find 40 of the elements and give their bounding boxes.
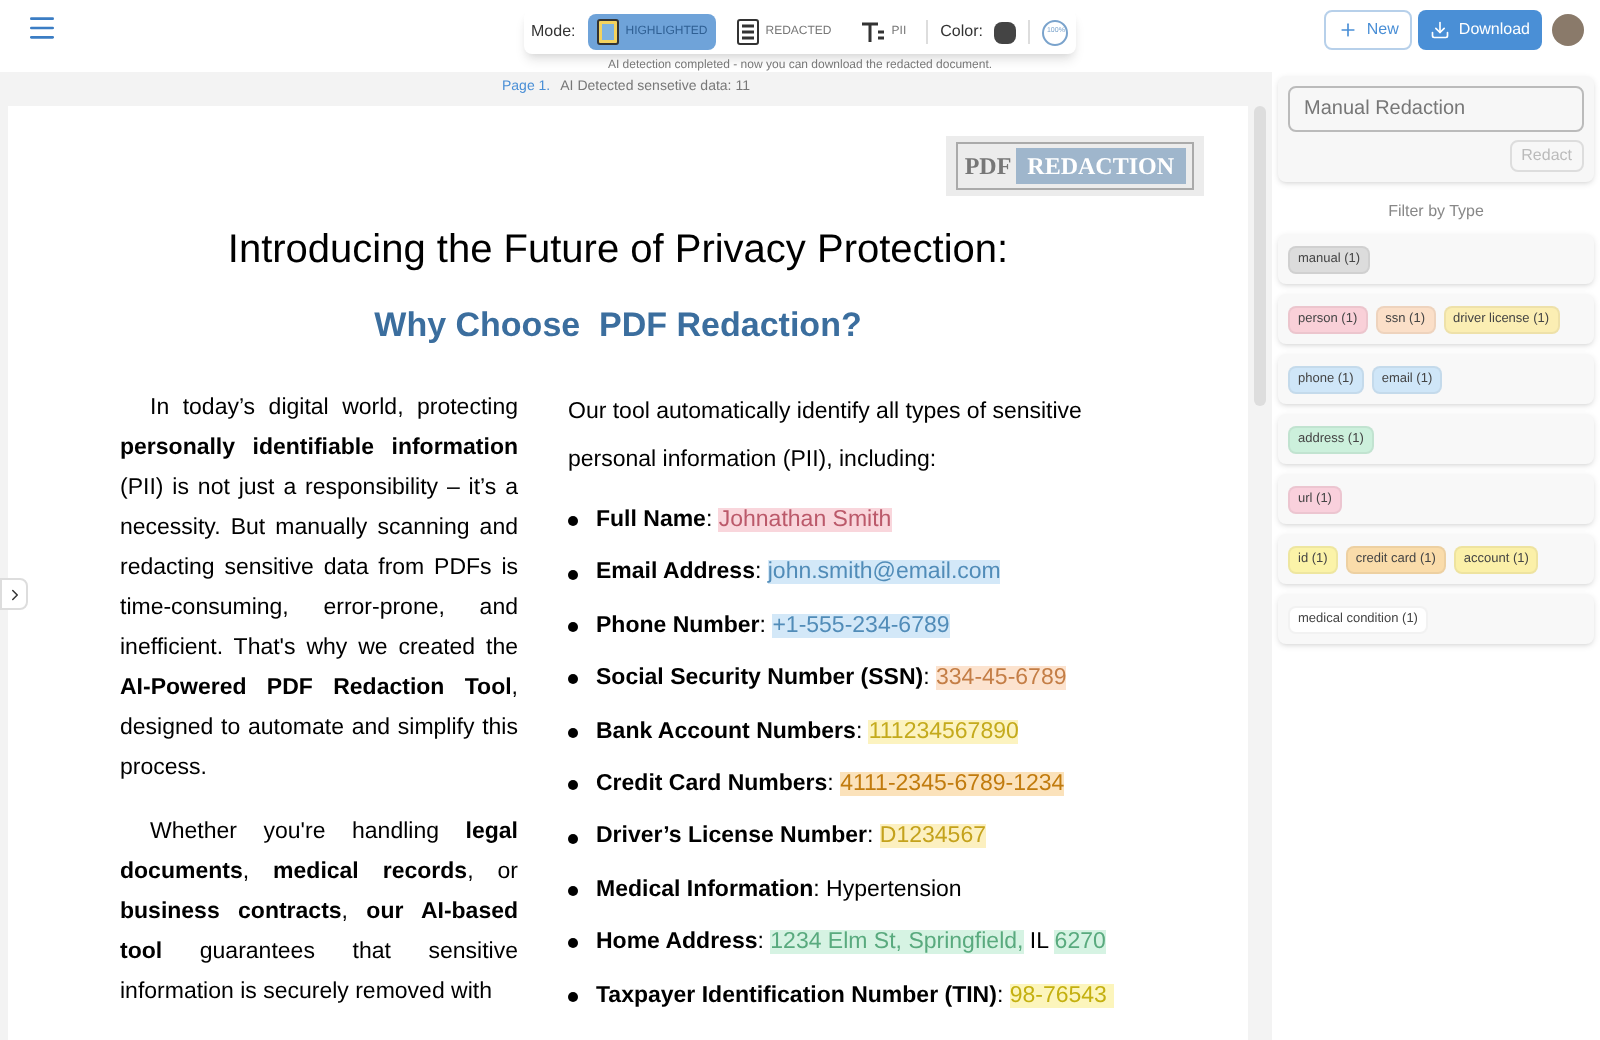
bullet-icon [568,938,578,949]
new-button[interactable]: New [1324,10,1413,50]
body-paragraph: Whether you're handling legal documents, medical records, or business contracts, our AI-based tool guarantees that sensitive information is securely removed with [120,817,518,1007]
intro-paragraph: Our tool automatically identify all types of sensitive personal information (PII), including: [568,397,1084,475]
logo: PDF REDACTION [946,136,1204,196]
color-label: Color: [940,20,983,44]
bullet-icon [568,833,578,844]
mode-label: Mode: [531,20,576,44]
bullet-icon [568,569,578,580]
highlighter-icon [595,18,620,46]
color-swatch[interactable] [994,21,1017,43]
expand-handle[interactable] [0,578,28,610]
plus-icon [1338,20,1359,40]
bullet-icon [568,516,578,527]
pii-item: Medical Information: Hypertension [596,875,962,906]
download-icon [1430,20,1451,40]
avatar[interactable] [1552,14,1584,46]
document-subtitle: Why Choose PDF Redaction? [372,304,864,348]
menu-icon[interactable] [26,12,58,44]
pii-item: Full Name: Johnathan Smith [596,506,892,537]
document-title: Introducing the Future of Privacy Protection: [225,226,1011,276]
pii-item: Phone Number: +1-555-234-6789 [596,611,950,642]
bullet-icon [568,727,578,738]
bullet-icon [568,674,578,685]
pii-item: Email Address: john.smith@email.com [596,558,1001,589]
pii-item: Bank Account Numbers: 111234567890 [596,717,1019,748]
pii-item: Driver’s License Number: D1234567 [596,822,986,853]
pii-item: Taxpayer Identification Number (TIN): 98-76543 [596,979,1114,1014]
pii-item: Home Address: 1234 Elm St, Springfield, IL 6270 [596,928,1106,959]
filter-title: Filter by Type [1386,200,1486,224]
manual-redaction-field[interactable]: Manual Redaction [1288,86,1584,132]
pii-item: Credit Card Numbers: 4111-2345-6789-1234 [596,770,1065,801]
body-paragraph: In today’s digital world, protecting personally identifiable information (PII) is not just a responsibility – it’s a necessity. But manually scanning and redacting sensitive data from PDFs is time-consuming, error-prone, and inefficient. That's why we created the AI-Powered PDF Redaction Tool, designed to automate and simplify this process. [120,393,518,783]
bullet-icon [568,885,578,896]
bullet-icon [568,621,578,632]
bullet-icon [568,991,578,1002]
document-icon [735,18,760,46]
text-icon [859,20,886,44]
pii-item: Social Security Number (SSN): 334-45-6789 [596,664,1067,695]
bullet-icon [568,780,578,791]
